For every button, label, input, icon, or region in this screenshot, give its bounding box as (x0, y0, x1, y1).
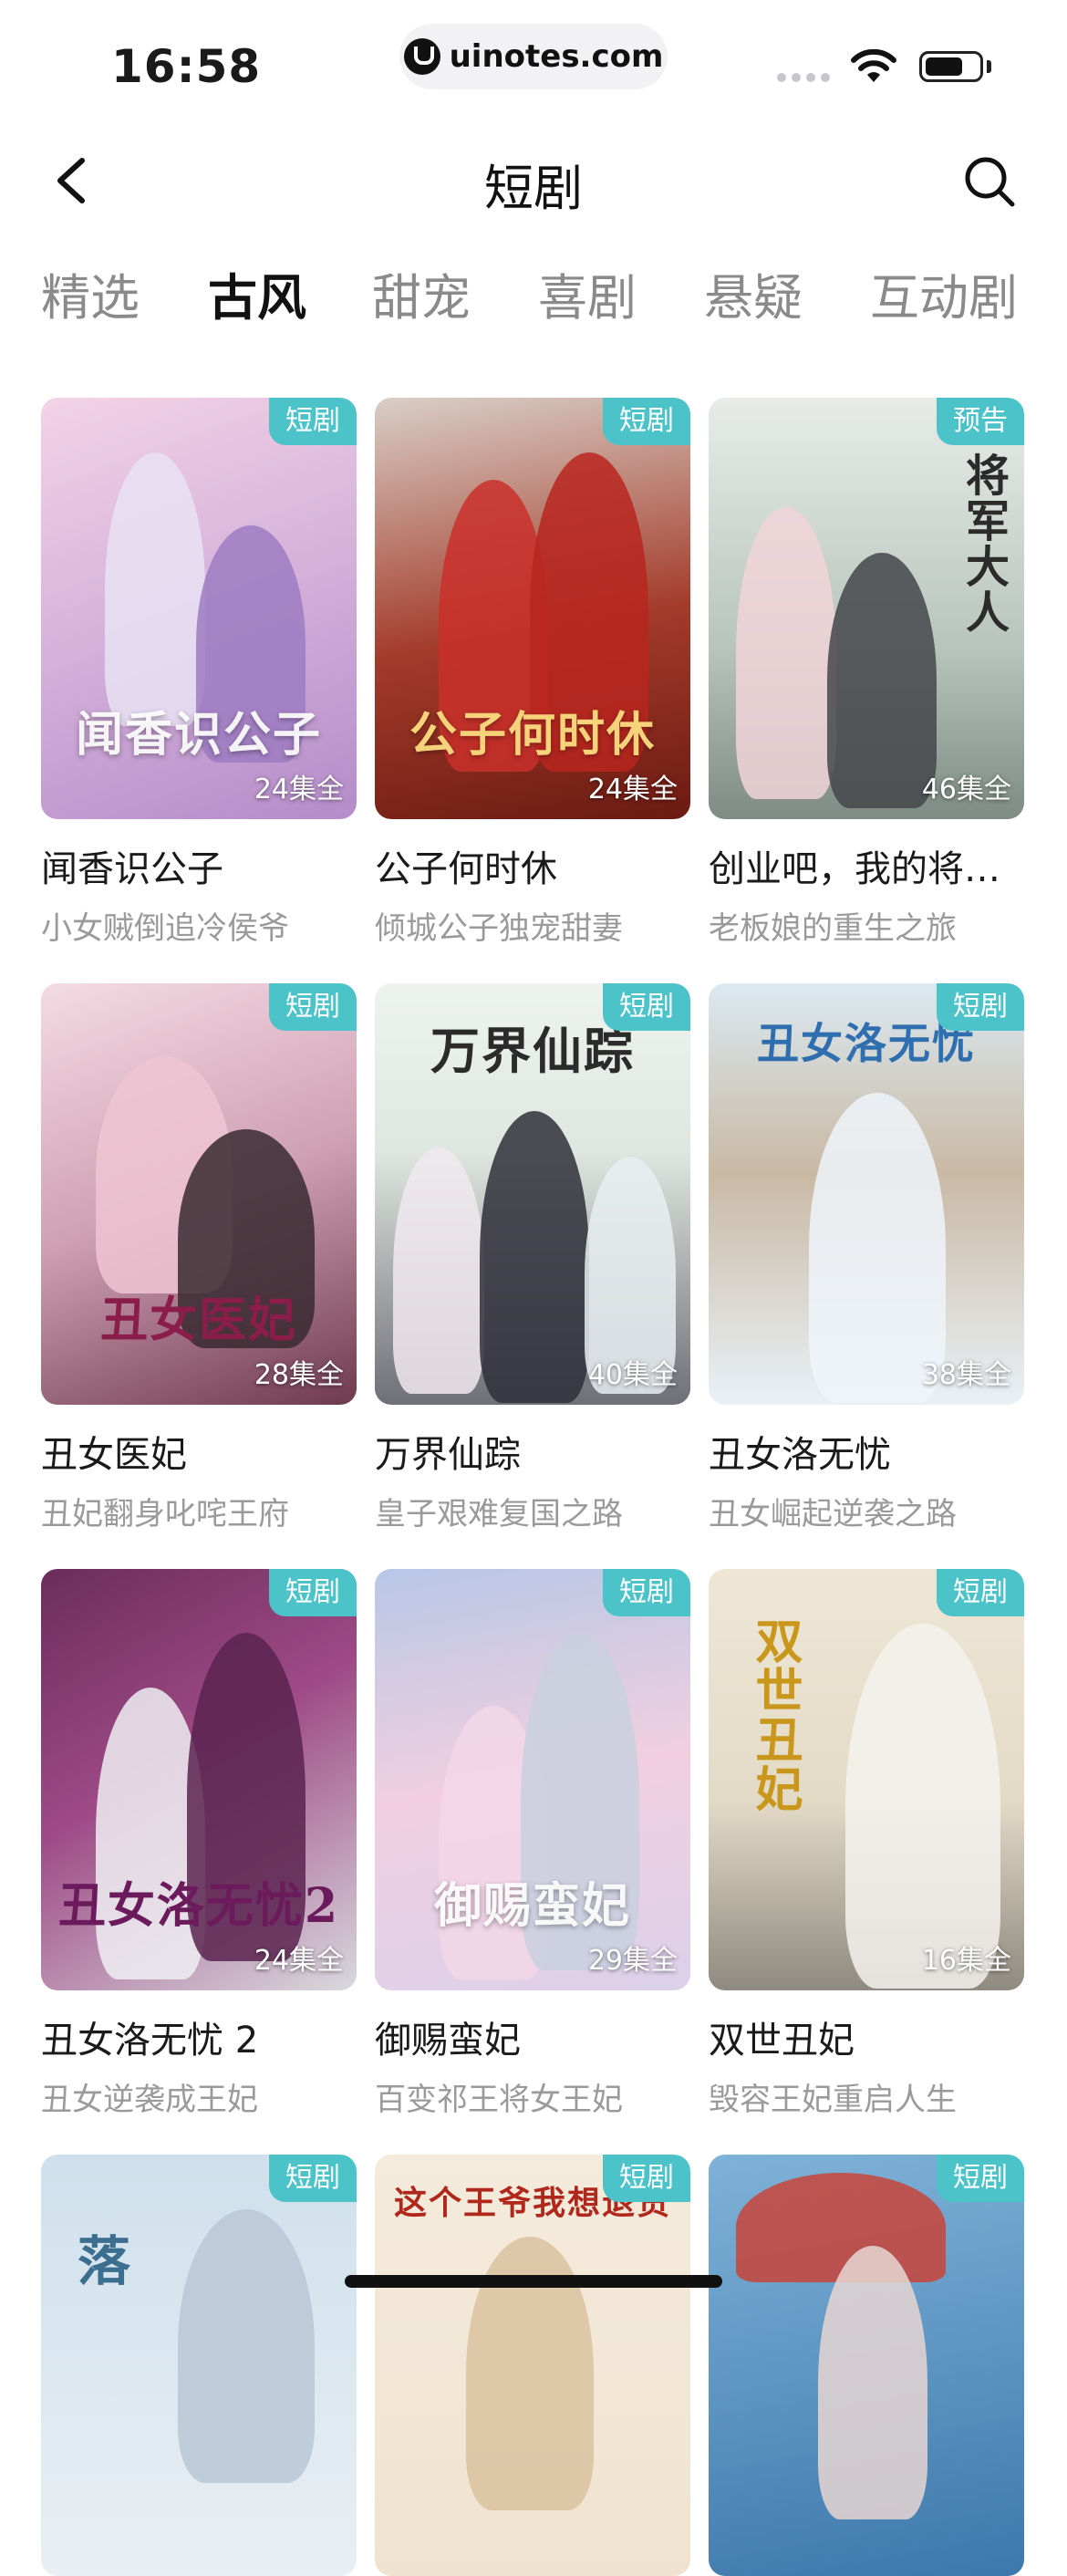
drama-card[interactable]: 丑女医妃 短剧 28集全 丑女医妃 丑妃翻身叱咤王府 (41, 983, 357, 1533)
card-title: 丑女医妃 (41, 1434, 187, 1476)
card-subtitle: 毁容王妃重启人生 (709, 2082, 957, 2118)
wifi-icon (851, 49, 896, 82)
tab-gufeng[interactable]: 古风 (208, 257, 306, 329)
drama-card[interactable]: 御赐蛮妃 短剧 29集全 御赐蛮妃 百变祁王将女王妃 (375, 1569, 690, 2119)
drama-card[interactable]: 将军大人 预告 46集全 创业吧，我的将… 老板娘的重生之旅 (709, 398, 1024, 948)
poster-title-art: 御赐蛮妃 (433, 1878, 631, 1934)
nav-bar: 短剧 (0, 128, 1067, 228)
card-subtitle: 倾城公子独宠甜妻 (375, 910, 623, 947)
category-badge: 短剧 (603, 983, 690, 1031)
battery-tip (987, 60, 991, 73)
site-logo-icon (403, 38, 440, 75)
card-subtitle: 百变祁王将女王妃 (375, 2082, 623, 2118)
poster-title-art: 公子何时休 (409, 707, 656, 763)
poster-title-art: 闻香识公子 (75, 707, 322, 763)
card-subtitle: 小女贼倒追冷侯爷 (41, 910, 289, 947)
drama-card[interactable]: 落 短剧 (41, 2155, 357, 2576)
category-badge: 短剧 (603, 1569, 690, 1616)
poster-image[interactable]: 御赐蛮妃 短剧 29集全 (375, 1569, 690, 1990)
episode-count: 24集全 (254, 774, 344, 805)
episode-count: 29集全 (587, 1945, 678, 1977)
cellular-signal-icon (777, 73, 830, 82)
episode-count: 24集全 (587, 774, 678, 805)
poster-image[interactable]: 丑女洛无忧2 短剧 24集全 (41, 1569, 357, 1990)
search-icon[interactable] (961, 153, 1018, 210)
poster-image[interactable]: 短剧 (709, 2155, 1024, 2576)
category-tabs: 精选 古风 甜宠 喜剧 悬疑 互动剧 (0, 257, 1067, 330)
episode-count: 28集全 (254, 1359, 344, 1391)
card-subtitle: 丑女逆袭成王妃 (41, 2082, 258, 2118)
category-badge: 短剧 (269, 983, 357, 1031)
card-subtitle: 丑女崛起逆袭之路 (709, 1496, 957, 1532)
category-badge: 短剧 (269, 1569, 357, 1616)
category-badge: 短剧 (269, 398, 357, 445)
category-badge: 短剧 (937, 1569, 1024, 1616)
drama-card[interactable]: 丑女洛无忧 短剧 38集全 丑女洛无忧 丑女崛起逆袭之路 (709, 983, 1024, 1533)
poster-image[interactable]: 落 短剧 (41, 2155, 357, 2576)
card-title: 丑女洛无忧 2 (41, 2020, 259, 2062)
card-title: 双世丑妃 (709, 2020, 855, 2062)
tab-tianchong[interactable]: 甜宠 (372, 257, 471, 329)
card-title: 创业吧，我的将… (709, 848, 1000, 890)
poster-image[interactable]: 万界仙踪 短剧 40集全 (375, 983, 690, 1405)
card-subtitle: 丑妃翻身叱咤王府 (41, 1496, 289, 1532)
poster-image[interactable]: 将军大人 预告 46集全 (709, 398, 1024, 819)
poster-image[interactable]: 这个王爷我想退货 短剧 (375, 2155, 690, 2576)
poster-title-art: 丑女洛无忧2 (57, 1878, 340, 1934)
poster-title-art: 将军大人 (958, 452, 1009, 635)
drama-card[interactable]: 双世丑妃 短剧 16集全 双世丑妃 毁容王妃重启人生 (709, 1569, 1024, 2119)
card-subtitle: 皇子艰难复国之路 (375, 1496, 623, 1532)
card-title: 御赐蛮妃 (375, 2020, 521, 2062)
category-badge: 预告 (937, 398, 1024, 445)
card-title: 公子何时休 (375, 848, 557, 890)
poster-title-art: 双世丑妃 (747, 1616, 803, 1813)
drama-card[interactable]: 公子何时休 短剧 24集全 公子何时休 倾城公子独宠甜妻 (375, 398, 690, 948)
poster-image[interactable]: 公子何时休 短剧 24集全 (375, 398, 690, 819)
tab-xiju[interactable]: 喜剧 (538, 257, 637, 329)
home-indicator (345, 2275, 722, 2288)
battery-icon (919, 51, 983, 82)
tab-jingxuan[interactable]: 精选 (41, 257, 140, 329)
poster-image[interactable]: 闻香识公子 短剧 24集全 (41, 398, 357, 819)
tab-hudongju[interactable]: 互动剧 (870, 257, 1018, 329)
drama-card[interactable]: 这个王爷我想退货 短剧 (375, 2155, 690, 2576)
poster-image[interactable]: 丑女医妃 短剧 28集全 (41, 983, 357, 1405)
url-pill[interactable]: uinotes.com (399, 24, 668, 89)
card-subtitle: 老板娘的重生之旅 (709, 910, 957, 947)
page-title: 短剧 (484, 160, 583, 217)
category-badge: 短剧 (269, 2155, 357, 2202)
poster-title-art: 落 (77, 2230, 132, 2292)
poster-title-art: 丑女医妃 (99, 1293, 297, 1348)
tab-xuanyi[interactable]: 悬疑 (704, 257, 803, 329)
card-title: 万界仙踪 (375, 1434, 521, 1476)
card-title: 闻香识公子 (41, 848, 223, 890)
episode-count: 16集全 (921, 1945, 1011, 1977)
category-badge: 短剧 (603, 2155, 690, 2202)
status-time: 16:58 (111, 40, 262, 93)
drama-card[interactable]: 万界仙踪 短剧 40集全 万界仙踪 皇子艰难复国之路 (375, 983, 690, 1533)
drama-card[interactable]: 丑女洛无忧2 短剧 24集全 丑女洛无忧 2 丑女逆袭成王妃 (41, 1569, 357, 2119)
category-badge: 短剧 (937, 2155, 1024, 2202)
card-title: 丑女洛无忧 (709, 1434, 891, 1476)
drama-card[interactable]: 闻香识公子 短剧 24集全 闻香识公子 小女贼倒追冷侯爷 (41, 398, 357, 948)
category-badge: 短剧 (937, 983, 1024, 1031)
category-badge: 短剧 (603, 398, 690, 445)
url-text: uinotes.com (449, 38, 664, 75)
drama-card[interactable]: 短剧 (709, 2155, 1024, 2576)
episode-count: 38集全 (921, 1359, 1011, 1391)
poster-image[interactable]: 丑女洛无忧 短剧 38集全 (709, 983, 1024, 1405)
status-bar: 16:58 uinotes.com (0, 0, 1067, 128)
episode-count: 46集全 (921, 774, 1011, 805)
episode-count: 40集全 (587, 1359, 678, 1391)
episode-count: 24集全 (254, 1945, 344, 1977)
poster-image[interactable]: 双世丑妃 短剧 16集全 (709, 1569, 1024, 1990)
